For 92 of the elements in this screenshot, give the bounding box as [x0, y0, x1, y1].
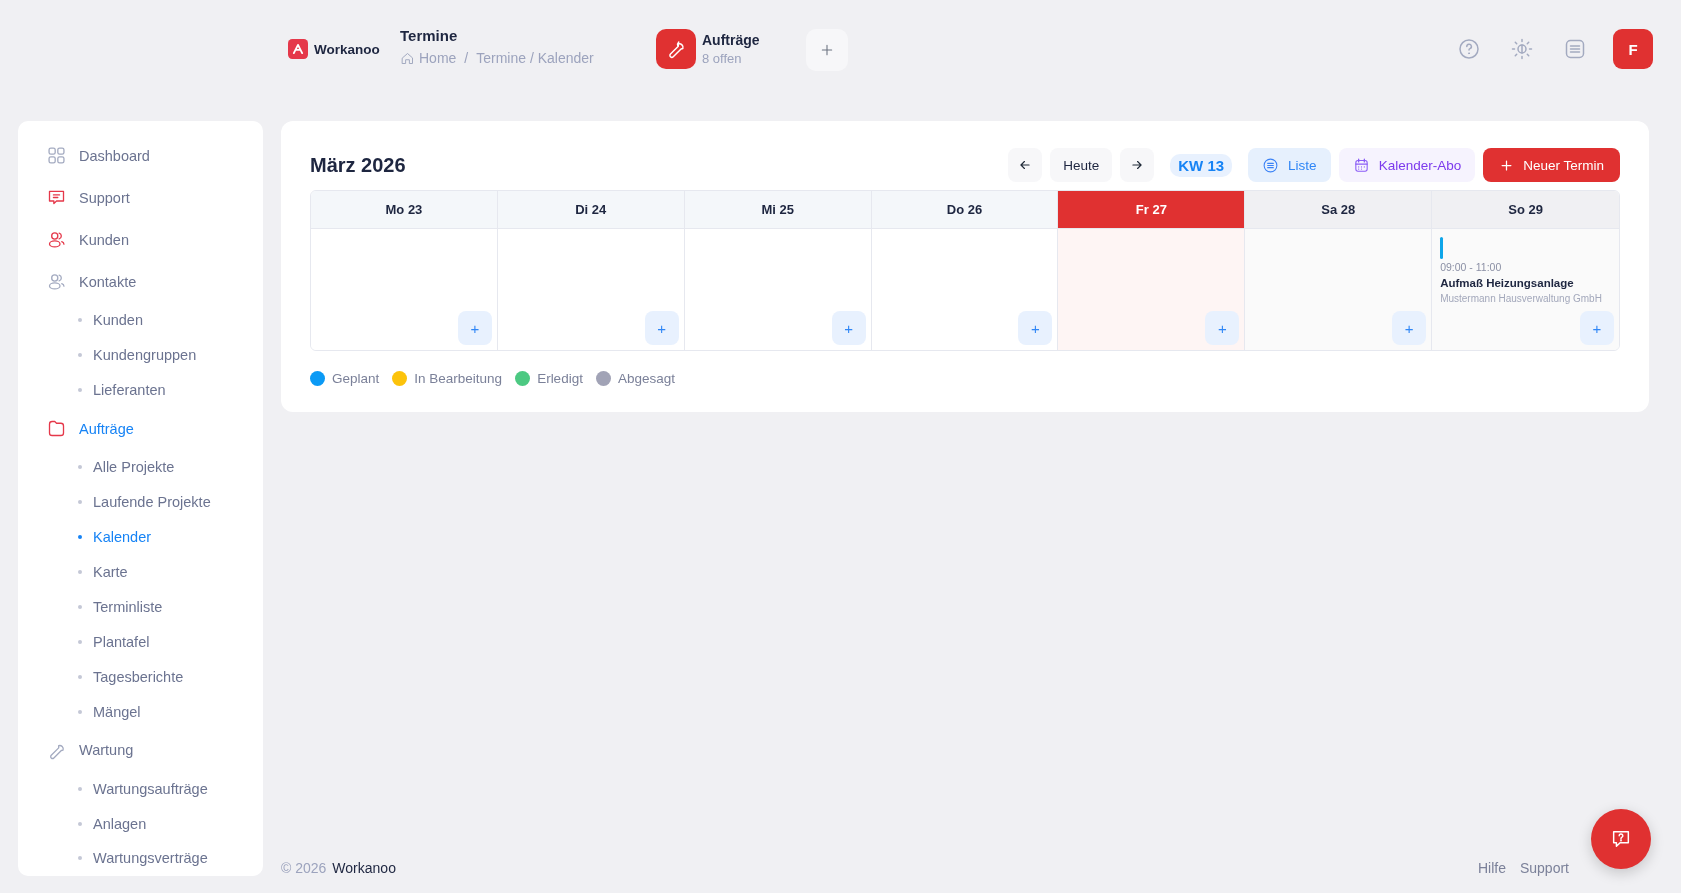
sidebar-item[interactable]: Kontakte — [46, 260, 137, 303]
help-chat-icon — [1610, 828, 1632, 850]
sidebar-subitem[interactable]: Lieferanten — [46, 372, 166, 408]
page-title: Termine — [400, 27, 459, 44]
menu-button[interactable] — [1563, 37, 1587, 61]
add-appointment-button[interactable]: + — [831, 311, 866, 345]
arrow-left-icon — [1018, 158, 1033, 172]
bullet-icon — [78, 388, 82, 393]
day-header: Mo 23 — [311, 191, 498, 229]
bullet-icon — [78, 353, 82, 358]
home-icon — [400, 50, 415, 66]
bullet-icon — [78, 499, 82, 504]
today-button[interactable]: Heute — [1050, 148, 1113, 182]
orders-count: 8 offen — [702, 51, 743, 66]
calendar-icon — [1352, 156, 1370, 174]
grid-icon — [46, 145, 67, 167]
orders-title: Aufträge — [702, 32, 760, 48]
bullet-icon — [78, 534, 82, 539]
breadcrumb-separator: / — [464, 50, 469, 66]
day-header: Mi 25 — [684, 191, 872, 229]
sidebar-subitem[interactable]: Tagesberichte — [46, 659, 184, 695]
week-badge: KW 13 — [1170, 153, 1233, 177]
bullet-icon — [78, 569, 82, 574]
day-header: Fr 27 — [1058, 191, 1246, 229]
bullet-icon — [78, 709, 82, 714]
users-icon — [46, 271, 67, 293]
user-avatar[interactable]: F — [1613, 29, 1653, 69]
event-time: 09:00 - 11:00 — [1440, 261, 1503, 273]
sidebar-item[interactable]: Aufträge — [46, 407, 134, 450]
legend-label: In Bearbeitung — [414, 371, 503, 386]
orders-button[interactable] — [656, 29, 696, 69]
sidebar-subitem[interactable]: Mängel — [46, 694, 141, 730]
sidebar-item[interactable]: Wartung — [46, 729, 134, 772]
footer-brand-link[interactable]: Workanoo — [332, 860, 396, 876]
sidebar-subitem[interactable]: Anlagen — [46, 806, 147, 841]
sidebar-subitem[interactable]: Wartungsaufträge — [46, 771, 208, 807]
help-icon — [1457, 37, 1481, 61]
copyright-text: © 2026 — [281, 860, 327, 876]
bullet-icon — [78, 318, 82, 323]
calendar-subscription-button[interactable]: Kalender-Abo — [1338, 148, 1476, 182]
month-title: März 2026 — [310, 153, 406, 177]
legend-label: Erledigt — [537, 371, 583, 386]
add-appointment-button[interactable]: + — [1392, 311, 1427, 345]
day-header: Do 26 — [871, 191, 1059, 229]
add-appointment-button[interactable]: + — [1205, 311, 1240, 345]
sidebar-subitem[interactable]: Plantafel — [46, 624, 150, 660]
theme-icon — [1510, 37, 1534, 61]
footer-link[interactable]: Support — [1519, 860, 1569, 876]
add-appointment-button[interactable]: + — [457, 311, 492, 345]
bullet-icon — [78, 821, 82, 826]
legend-label: Geplant — [332, 371, 380, 386]
bullet-icon — [78, 674, 82, 679]
legend-label: Abgesagt — [617, 371, 675, 386]
event-customer: Mustermann Hausverwaltung GmbH — [1440, 293, 1603, 304]
plus-icon — [1499, 157, 1515, 173]
brand-logo[interactable]: Workanoo — [288, 39, 400, 59]
add-appointment-button[interactable]: + — [644, 311, 679, 345]
list-icon — [1262, 156, 1280, 174]
list-button[interactable]: Liste — [1248, 148, 1331, 182]
bullet-icon — [78, 604, 82, 609]
help-chat-button[interactable] — [1591, 809, 1651, 869]
menu-icon — [1563, 37, 1587, 61]
sidebar-subitem[interactable]: Kalender — [46, 519, 152, 555]
new-appointment-button[interactable]: Neuer Termin — [1483, 148, 1620, 182]
previous-button[interactable] — [1008, 148, 1043, 182]
sidebar-subitem[interactable]: Wartungsverträge — [46, 841, 208, 876]
sidebar-subitem[interactable]: Kundengruppen — [46, 337, 197, 373]
bullet-icon — [78, 465, 82, 469]
sidebar-item[interactable]: Support — [46, 176, 130, 219]
sidebar-subitem[interactable]: Kunden — [46, 302, 143, 338]
sidebar-subitem[interactable]: Alle Projekte — [46, 449, 175, 485]
bullet-icon — [78, 856, 82, 861]
logo-icon — [288, 39, 308, 59]
day-header: Di 24 — [497, 191, 685, 229]
day-header: Sa 28 — [1245, 191, 1433, 229]
theme-button[interactable] — [1510, 37, 1534, 61]
footer-link[interactable]: Hilfe — [1477, 860, 1506, 876]
arrow-right-icon — [1130, 158, 1145, 172]
next-button[interactable] — [1120, 148, 1155, 182]
add-appointment-button[interactable]: + — [1580, 311, 1614, 345]
bullet-icon — [78, 786, 82, 791]
bullet-icon — [78, 639, 82, 644]
day-header: So 29 — [1432, 191, 1619, 229]
sidebar-subitem[interactable]: Laufende Projekte — [46, 484, 211, 520]
sidebar-item[interactable]: Kunden — [46, 218, 129, 261]
help-button[interactable] — [1457, 37, 1481, 61]
sidebar-item[interactable]: Dashboard — [46, 135, 150, 177]
event-title[interactable]: Aufmaß Heizungsanlage — [1440, 277, 1611, 289]
add-appointment-button[interactable]: + — [1018, 311, 1053, 345]
sidebar-subitem[interactable]: Karte — [46, 554, 128, 590]
sidebar-subitem[interactable]: Terminliste — [46, 589, 163, 625]
users-icon — [46, 229, 67, 251]
